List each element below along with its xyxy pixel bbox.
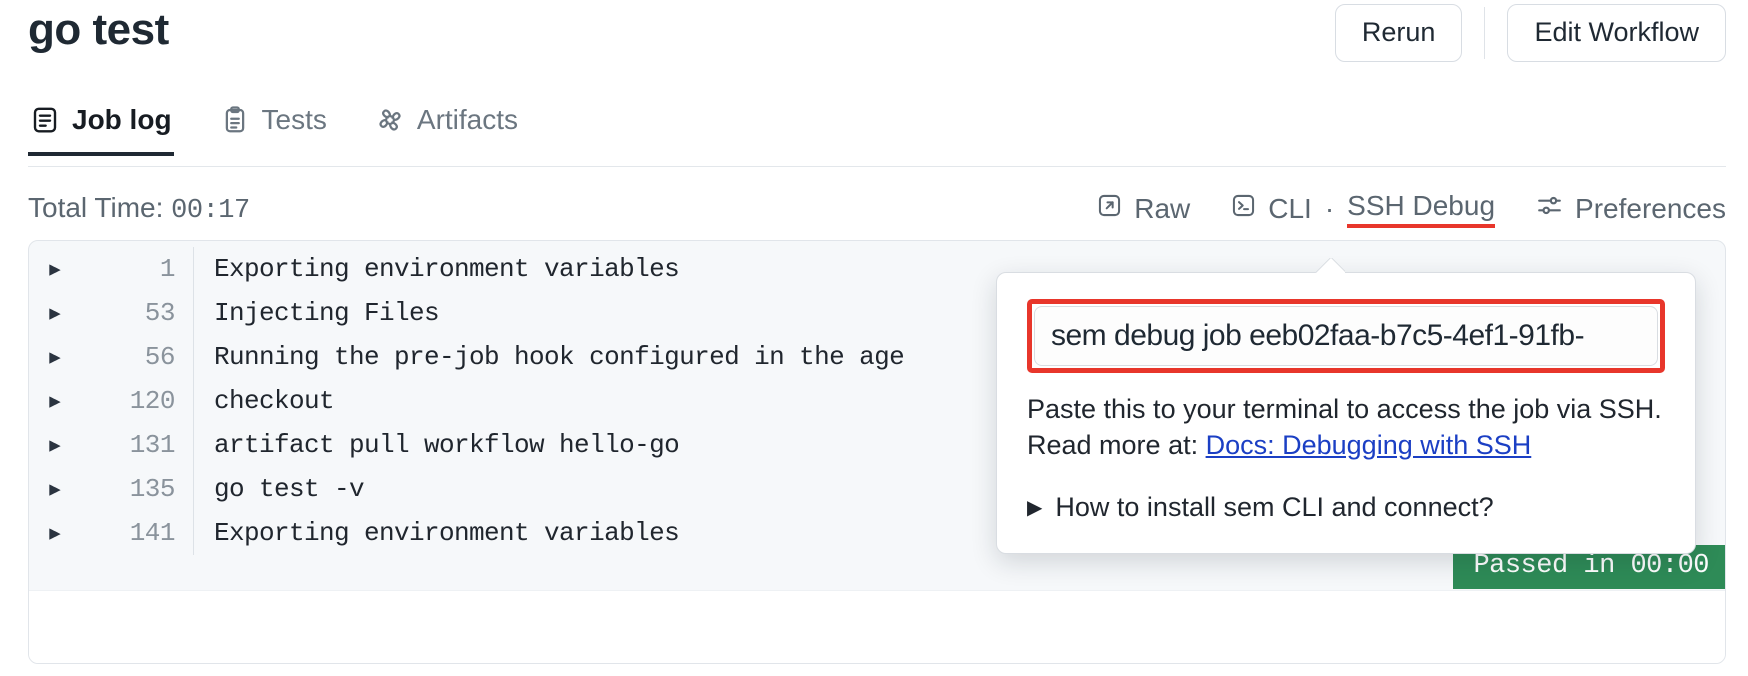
log-line-number: 1 xyxy=(159,254,176,284)
log-toolbar-actions: Raw CLI · SSH Debug Preferences xyxy=(1096,190,1726,228)
log-line-text: Injecting Files xyxy=(214,298,440,328)
total-time: Total Time: 00:17 xyxy=(28,192,250,226)
tab-tests-label: Tests xyxy=(261,104,327,135)
expand-caret-icon[interactable]: ▶ xyxy=(29,346,81,369)
log-line-number: 56 xyxy=(144,342,176,372)
job-log-icon xyxy=(30,105,60,135)
log-line-number: 141 xyxy=(129,518,176,548)
log-line-text: go test -v xyxy=(214,474,365,504)
install-cli-disclosure-label: How to install sem CLI and connect? xyxy=(1055,491,1494,522)
expand-caret-icon[interactable]: ▶ xyxy=(29,478,81,501)
log-toolbar: Total Time: 00:17 Raw CLI · SSH Debug Pr… xyxy=(28,186,1726,232)
log-line-number: 131 xyxy=(129,430,176,460)
cli-ssh-debug-group[interactable]: CLI · SSH Debug xyxy=(1230,190,1496,228)
expand-caret-icon[interactable]: ▶ xyxy=(29,258,81,281)
tab-tests[interactable]: Tests xyxy=(218,100,329,156)
total-time-value: 00:17 xyxy=(171,196,250,226)
edit-workflow-button[interactable]: Edit Workflow xyxy=(1507,4,1726,62)
rerun-button[interactable]: Rerun xyxy=(1334,4,1463,62)
expand-caret-icon[interactable]: ▶ xyxy=(29,390,81,413)
cli-ssh-separator: · xyxy=(1324,193,1335,224)
command-highlight-box: sem debug job eeb02faa-b7c5-4ef1-91fb- xyxy=(1027,299,1665,373)
install-cli-disclosure[interactable]: ▶ How to install sem CLI and connect? xyxy=(1027,492,1665,523)
docs-debugging-ssh-link[interactable]: Docs: Debugging with SSH xyxy=(1206,430,1532,460)
popover-description: Paste this to your terminal to access th… xyxy=(1027,391,1665,464)
tab-job-log-label: Job log xyxy=(72,104,172,135)
popover-arrow xyxy=(1315,258,1345,273)
log-line-number: 53 xyxy=(144,298,176,328)
tests-clipboard-icon xyxy=(220,105,250,135)
preferences-link[interactable]: Preferences xyxy=(1535,191,1726,227)
log-line-text: Exporting environment variables xyxy=(214,254,680,284)
external-link-icon xyxy=(1096,192,1123,226)
raw-label: Raw xyxy=(1134,193,1191,224)
ssh-debug-popover: sem debug job eeb02faa-b7c5-4ef1-91fb- P… xyxy=(996,272,1696,554)
log-panel-footer xyxy=(29,590,1725,663)
tab-bar: Job log Tests Artifacts xyxy=(28,100,520,156)
log-line-text: checkout xyxy=(214,386,335,416)
terminal-icon xyxy=(1230,192,1257,226)
log-line-text: artifact pull workflow hello-go xyxy=(214,430,680,460)
expand-caret-icon[interactable]: ▶ xyxy=(29,522,81,545)
log-line-text: Running the pre-job hook configured in t… xyxy=(214,342,905,372)
disclosure-caret-icon: ▶ xyxy=(1027,496,1043,519)
tab-artifacts-label: Artifacts xyxy=(416,104,519,135)
preferences-label: Preferences xyxy=(1575,193,1726,224)
sliders-icon xyxy=(1535,191,1564,227)
header-actions: Rerun Edit Workflow xyxy=(1334,4,1726,62)
total-time-label: Total Time: xyxy=(28,192,164,223)
page-header: go test Rerun Edit Workflow xyxy=(0,0,1748,92)
artifacts-icon xyxy=(375,105,405,135)
tab-bar-divider xyxy=(28,166,1726,167)
cli-label: CLI xyxy=(1268,193,1312,224)
expand-caret-icon[interactable]: ▶ xyxy=(29,434,81,457)
ssh-debug-link[interactable]: SSH Debug xyxy=(1347,190,1496,228)
page-title: go test xyxy=(28,5,169,54)
log-line-number: 135 xyxy=(129,474,176,504)
ssh-debug-command-input[interactable]: sem debug job eeb02faa-b7c5-4ef1-91fb- xyxy=(1034,306,1658,366)
tab-artifacts[interactable]: Artifacts xyxy=(373,100,520,156)
raw-link[interactable]: Raw xyxy=(1096,192,1190,226)
header-action-divider xyxy=(1484,6,1486,59)
tab-job-log[interactable]: Job log xyxy=(28,100,174,156)
log-line-number: 120 xyxy=(129,386,176,416)
log-line-text: Exporting environment variables xyxy=(214,518,680,548)
expand-caret-icon[interactable]: ▶ xyxy=(29,302,81,325)
